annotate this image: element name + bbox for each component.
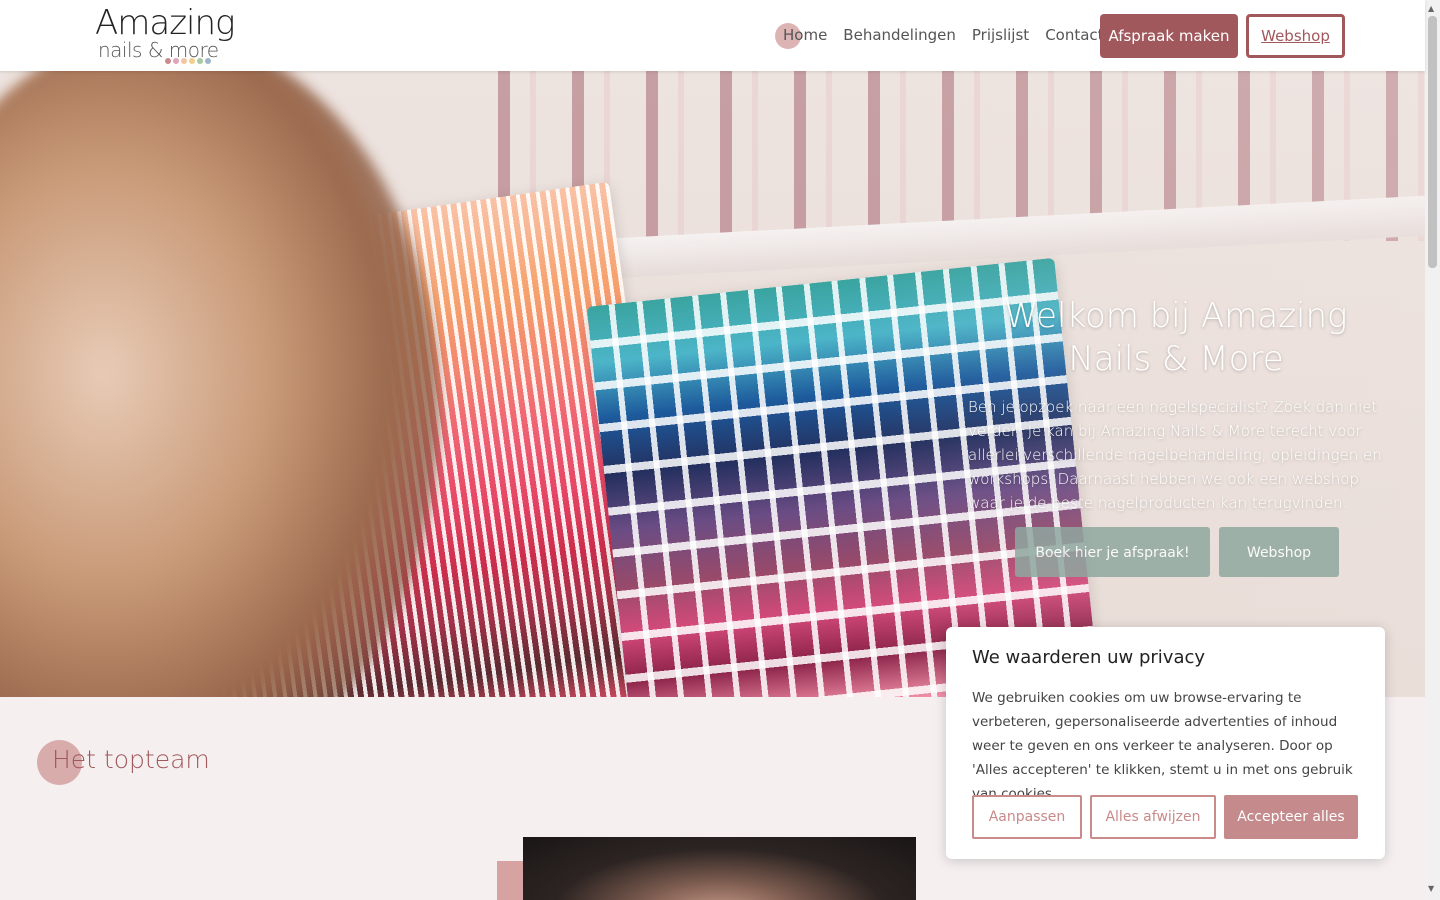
scroll-up-arrow-icon[interactable]: ▲ [1428, 4, 1434, 13]
logo-dot [165, 58, 171, 64]
logo-dots [165, 58, 211, 64]
page-scrollbar[interactable]: ▲ ▼ [1425, 0, 1440, 900]
scrollbar-thumb[interactable] [1428, 16, 1437, 268]
logo-dot [181, 58, 187, 64]
nav-item-label: Behandelingen [843, 26, 956, 44]
nav-item-prijslijst[interactable]: Prijslijst [972, 22, 1029, 48]
nav-item-home[interactable]: Home [775, 22, 828, 49]
hero-title: Welkom bij Amazing Nails & More [1004, 296, 1348, 379]
nav-item-label: Prijslijst [971, 26, 1030, 44]
cookie-customize-button[interactable]: Aanpassen [972, 795, 1082, 839]
cookie-consent-dialog: We waarderen uw privacy We gebruiken coo… [946, 627, 1385, 859]
hero-description: Ben je opzoek naar een nagelspecialist? … [968, 398, 1382, 512]
logo-dot [197, 58, 203, 64]
team-member-photo [523, 837, 916, 900]
logo-dot [205, 58, 211, 64]
main-nav: Home Behandelingen Prijslijst Contact [775, 22, 1120, 49]
nav-item-behandelingen[interactable]: Behandelingen [843, 22, 956, 48]
hero-content: Welkom bij Amazing Nails & More Ben je o… [968, 295, 1384, 515]
site-logo[interactable]: Amazing nails & more [95, 5, 240, 67]
cookie-buttons: Aanpassen Alles afwijzen Accepteer alles [972, 795, 1358, 839]
logo-title: Amazing [95, 3, 235, 43]
cookie-accept-all-button[interactable]: Accepteer alles [1224, 795, 1358, 839]
cookie-text: We gebruiken cookies om uw browse-ervari… [972, 690, 1353, 802]
cookie-reject-all-button[interactable]: Alles afwijzen [1090, 795, 1216, 839]
site-header: Amazing nails & more Home Behandelingen … [0, 0, 1425, 71]
logo-dot [173, 58, 179, 64]
afspraak-maken-button[interactable]: Afspraak maken [1100, 14, 1238, 58]
nav-item-label: Contact [1045, 26, 1104, 44]
nav-item-contact[interactable]: Contact [1045, 22, 1103, 48]
webshop-button[interactable]: Webshop [1246, 14, 1345, 58]
cookie-title: We waarderen uw privacy [972, 647, 1206, 668]
nav-item-label: Home [783, 26, 828, 44]
book-appointment-button[interactable]: Boek hier je afspraak! [1015, 527, 1210, 577]
hero-webshop-button[interactable]: Webshop [1219, 527, 1339, 577]
logo-dot [189, 58, 195, 64]
section-title: Het topteam [52, 745, 210, 774]
scroll-down-arrow-icon[interactable]: ▼ [1428, 884, 1434, 893]
